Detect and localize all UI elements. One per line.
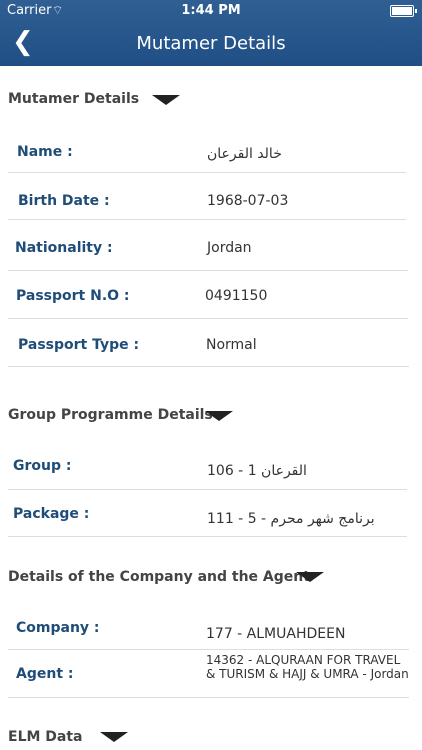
section-title-company: Details of the Company and the Agent [8,569,310,585]
battery-icon [390,5,417,17]
section-title-group: Group Programme Details [8,407,213,423]
divider [8,172,406,173]
group-value: 106 - القرعان 1 [207,463,307,479]
passport-type-value: Normal [206,337,257,353]
birth-date-value: 1968-07-03 [207,193,289,209]
name-label: Name : [17,144,73,160]
group-label: Group : [13,458,72,474]
company-label: Company : [16,620,100,636]
divider [8,318,408,319]
divider [8,366,409,367]
section-toggle-company-icon[interactable] [296,572,324,582]
divider [8,489,407,490]
birth-date-label: Birth Date : [18,193,110,209]
divider [8,270,408,271]
section-toggle-group-icon[interactable] [205,411,233,421]
package-label: Package : [13,506,90,522]
status-time: 1:44 PM [181,3,241,18]
section-title-elm: ELM Data [8,729,83,745]
divider [8,219,406,220]
navigation-bar: Carrier ⌔ 1:44 PM ❮ Mutamer Details [0,0,422,66]
agent-value-line2: & TURISM & HAJJ & UMRA - Jordan [206,667,409,681]
nationality-value: Jordan [207,240,252,256]
agent-value-line1: 14362 - ALQURAAN FOR TRAVEL [206,653,401,667]
section-title-mutamer: Mutamer Details [8,91,140,107]
section-toggle-mutamer-icon[interactable] [152,95,180,105]
status-bar: Carrier ⌔ 1:44 PM [0,0,422,22]
page-title: Mutamer Details [136,33,286,54]
divider [8,536,407,537]
passport-number-value: 0491150 [205,288,268,304]
divider [8,649,409,650]
divider [8,697,409,698]
agent-value: 14362 - ALQURAAN FOR TRAVEL & TURISM & H… [206,653,409,681]
passport-type-label: Passport Type : [18,337,140,353]
nationality-label: Nationality : [15,240,113,256]
name-value: خالد القرعان [207,146,282,162]
package-value: 111 - برنامج شهر محرم - 5 [207,511,375,527]
agent-label: Agent : [16,666,74,682]
company-value: 177 - ALMUAHDEEN [206,626,346,642]
battery-fill [392,7,412,15]
passport-number-label: Passport N.O : [16,288,130,304]
section-toggle-elm-icon[interactable] [100,732,128,742]
